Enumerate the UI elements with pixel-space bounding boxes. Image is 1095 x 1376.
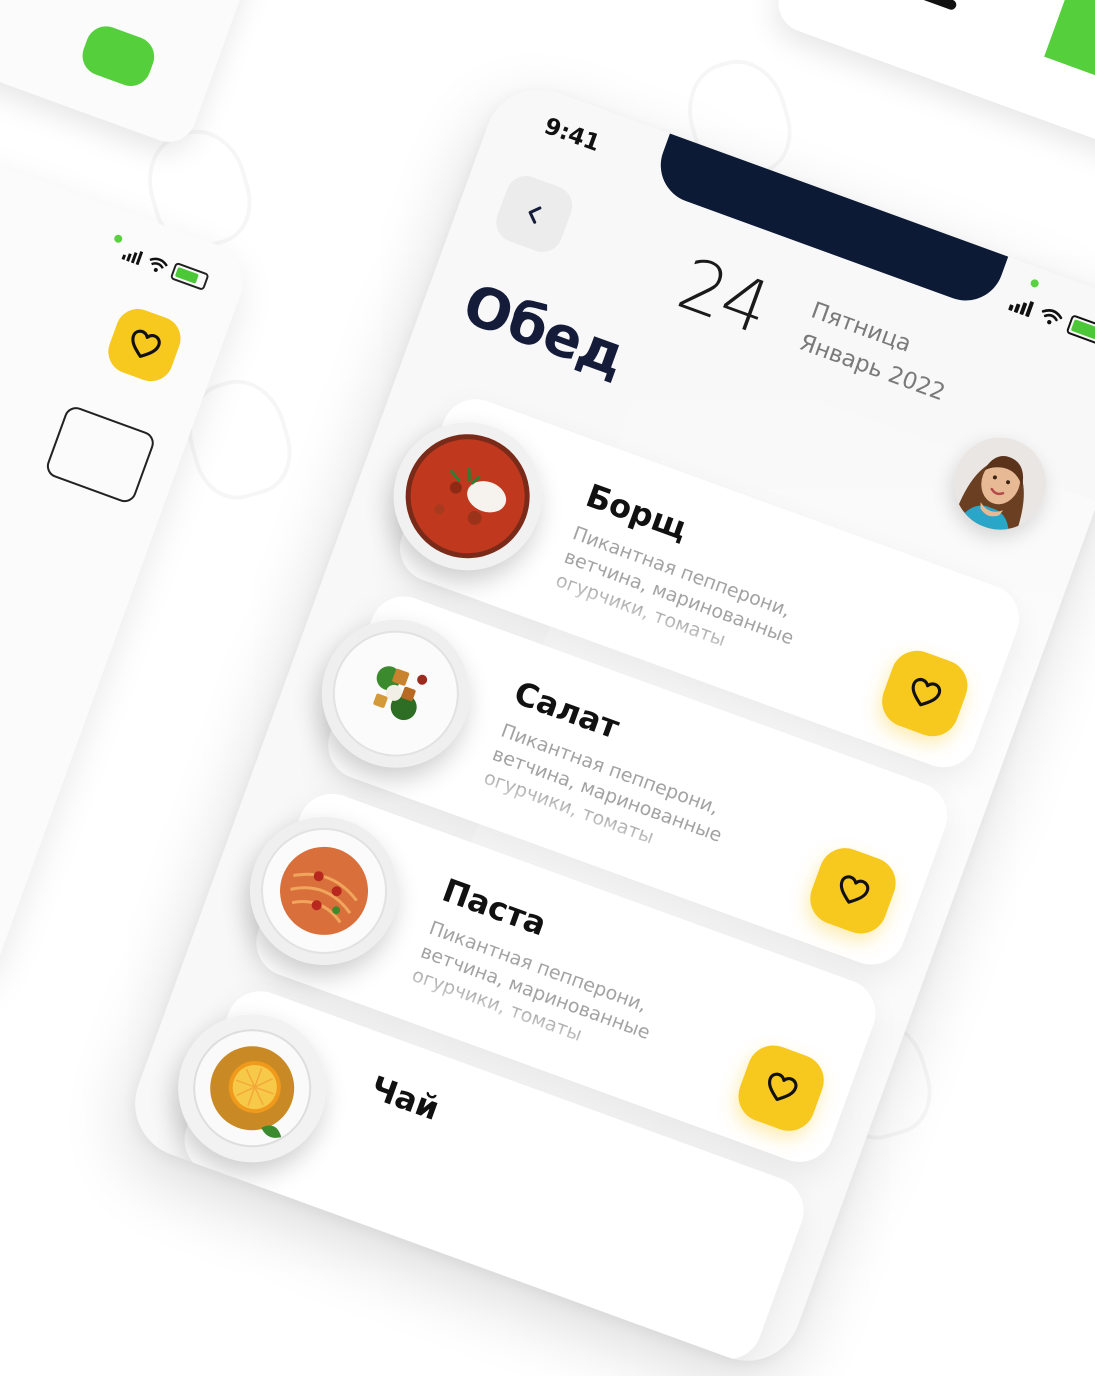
back-button[interactable] bbox=[490, 170, 578, 258]
favorite-button[interactable] bbox=[874, 643, 975, 744]
dish-image-tea bbox=[157, 993, 347, 1183]
green-panel bbox=[1044, 0, 1095, 108]
wifi-icon bbox=[1041, 309, 1063, 325]
dish-name: Чай bbox=[365, 1068, 445, 1128]
status-time: 9:41 bbox=[540, 113, 604, 158]
dish-image-salad bbox=[301, 599, 491, 789]
favorite-button bbox=[102, 302, 187, 388]
phone-screen: 9:41 24 Пятница Январь 2022 Обед Борщ Пи… bbox=[119, 74, 1095, 1376]
chevron-left-icon bbox=[528, 206, 542, 224]
signal-icon bbox=[121, 251, 144, 266]
heart-icon bbox=[911, 677, 942, 707]
heart-icon bbox=[839, 875, 870, 904]
favorite-button[interactable] bbox=[731, 1038, 832, 1139]
wifi-icon bbox=[149, 257, 169, 272]
date-number: 24 bbox=[667, 241, 780, 351]
device-fragment-top-right bbox=[769, 0, 1095, 165]
favorite-button[interactable] bbox=[802, 840, 903, 941]
camera-indicator-dot bbox=[1029, 278, 1040, 289]
status-icons bbox=[1007, 293, 1095, 347]
camera-dot bbox=[113, 233, 124, 244]
battery-icon bbox=[1065, 314, 1095, 347]
avatar[interactable] bbox=[941, 424, 1060, 543]
input-box bbox=[43, 403, 158, 506]
signal-icon bbox=[1008, 301, 1034, 318]
heart-icon bbox=[767, 1072, 798, 1102]
status-bar-fragment bbox=[121, 244, 210, 292]
device-fragment-top-left bbox=[0, 0, 278, 150]
heart-icon bbox=[131, 329, 161, 358]
dish-image-pasta bbox=[229, 796, 419, 986]
home-indicator bbox=[832, 0, 958, 12]
device-fragment-left bbox=[0, 148, 254, 992]
battery-icon bbox=[169, 261, 210, 292]
green-action-button bbox=[76, 20, 160, 92]
profile-photo bbox=[941, 424, 1060, 543]
dish-image-borscht bbox=[373, 401, 563, 591]
page-title: Обед bbox=[454, 271, 633, 390]
